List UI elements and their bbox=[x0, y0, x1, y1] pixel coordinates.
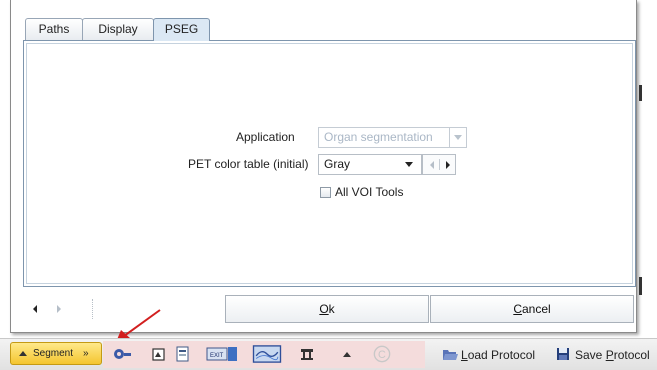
application-value: Organ segmentation bbox=[324, 130, 433, 144]
folder-open-icon bbox=[443, 350, 458, 360]
window-edge-mark bbox=[639, 85, 642, 101]
previous-arrow-icon[interactable] bbox=[29, 303, 41, 315]
pet-color-table-label: PET color table (initial) bbox=[188, 157, 309, 171]
application-label: Application bbox=[236, 130, 295, 144]
settings-dialog: Paths Display PSEG Application Organ seg… bbox=[10, 0, 637, 333]
voi-icon[interactable] bbox=[152, 345, 166, 363]
window-edge-mark bbox=[639, 277, 642, 295]
tab-pseg[interactable]: PSEG bbox=[153, 18, 210, 41]
all-voi-tools-checkbox[interactable] bbox=[320, 187, 331, 198]
tab-display[interactable]: Display bbox=[82, 18, 154, 40]
caret-up-icon[interactable] bbox=[342, 345, 352, 363]
save-mnemonic: P bbox=[605, 348, 614, 362]
segment-button[interactable]: Segment » bbox=[10, 342, 102, 365]
next-arrow-icon[interactable] bbox=[440, 155, 455, 174]
save-protocol-button[interactable]: Save Protocol bbox=[575, 348, 650, 362]
ok-mnemonic: O bbox=[319, 302, 329, 316]
all-voi-tools-label: All VOI Tools bbox=[335, 185, 404, 199]
pet-color-table-value: Gray bbox=[324, 157, 351, 171]
save-label-prefix: Save bbox=[575, 348, 606, 362]
segment-label: Segment bbox=[33, 348, 74, 359]
toolbar-divider bbox=[92, 299, 93, 319]
bottom-toolbar: Segment » EXIT C Load Protocol Save Prot… bbox=[0, 338, 657, 370]
image-grid-icon[interactable] bbox=[251, 345, 283, 363]
cancel-mnemonic: C bbox=[513, 302, 522, 316]
color-table-stepper[interactable] bbox=[422, 154, 456, 175]
caret-up-icon bbox=[19, 351, 27, 356]
chevron-down-icon bbox=[449, 128, 466, 147]
save-label: rotocol bbox=[613, 348, 650, 362]
next-arrow-icon[interactable] bbox=[53, 303, 65, 315]
floppy-disk-icon bbox=[557, 348, 569, 360]
ok-label: k bbox=[328, 302, 335, 316]
pseg-tab-panel: Application Organ segmentation PET color… bbox=[23, 40, 636, 287]
copyright-icon[interactable]: C bbox=[372, 345, 392, 363]
export-icon[interactable]: EXIT bbox=[206, 345, 238, 363]
ok-button[interactable]: Ok bbox=[225, 295, 429, 323]
svg-text:EXIT: EXIT bbox=[210, 353, 224, 359]
double-chevron-right-icon: » bbox=[83, 348, 89, 359]
pet-color-table-select[interactable]: Gray bbox=[318, 154, 422, 175]
application-select[interactable]: Organ segmentation bbox=[318, 127, 467, 148]
document-icon[interactable] bbox=[176, 345, 190, 363]
svg-text:C: C bbox=[378, 349, 386, 361]
load-mnemonic: L bbox=[461, 348, 468, 362]
load-protocol-button[interactable]: Load Protocol bbox=[461, 348, 535, 362]
previous-arrow-icon[interactable] bbox=[424, 155, 439, 174]
settings-icon[interactable] bbox=[112, 345, 132, 363]
load-label: oad Protocol bbox=[467, 348, 536, 362]
chevron-down-icon bbox=[401, 155, 417, 174]
cancel-label: ancel bbox=[521, 302, 551, 316]
tab-paths[interactable]: Paths bbox=[25, 18, 83, 40]
fusion-icon[interactable] bbox=[299, 345, 315, 363]
cancel-button[interactable]: Cancel bbox=[430, 295, 634, 323]
